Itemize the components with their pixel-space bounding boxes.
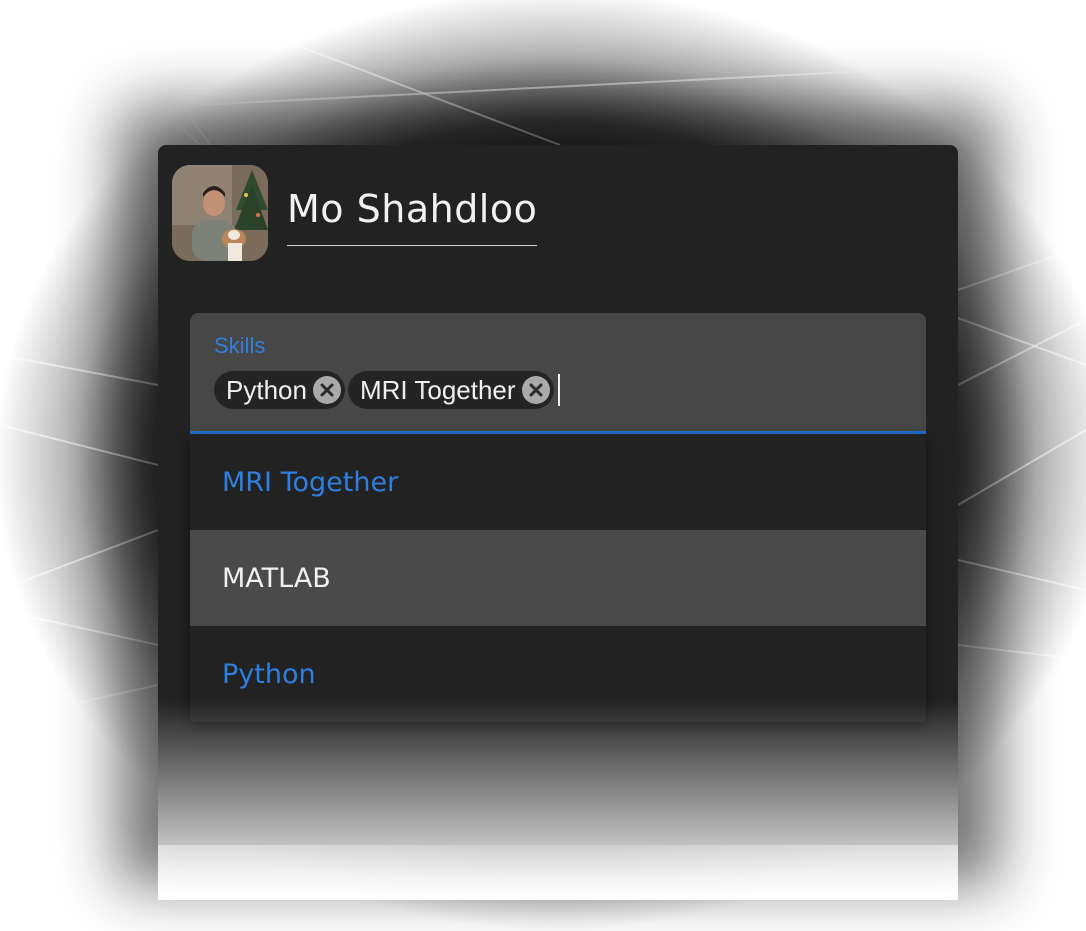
skill-chip-label: Python	[226, 374, 307, 405]
dropdown-option-mri-together[interactable]: MRI Together	[190, 434, 926, 530]
skills-label: Skills	[214, 333, 266, 358]
skill-chip-label: MRI Together	[359, 374, 516, 405]
profile-photo-icon	[172, 165, 268, 261]
skills-input[interactable]: Skills Python MRI Together	[190, 313, 926, 434]
close-icon	[320, 383, 334, 397]
remove-chip-button[interactable]	[521, 376, 550, 404]
skills-chip-list: Python MRI Together	[214, 371, 560, 409]
dropdown-option-matlab[interactable]: MATLAB	[190, 530, 926, 626]
bottom-fade	[158, 700, 958, 900]
close-icon	[529, 383, 543, 397]
name-field[interactable]: Mo Shahdloo	[287, 185, 538, 246]
skill-chip: MRI Together	[347, 371, 554, 409]
profile-name: Mo Shahdloo	[287, 187, 538, 231]
avatar[interactable]	[172, 165, 268, 261]
text-caret	[557, 374, 560, 406]
remove-chip-button[interactable]	[312, 376, 341, 404]
skill-chip: Python	[214, 371, 345, 409]
skills-dropdown: MRI Together MATLAB Python	[190, 434, 926, 722]
